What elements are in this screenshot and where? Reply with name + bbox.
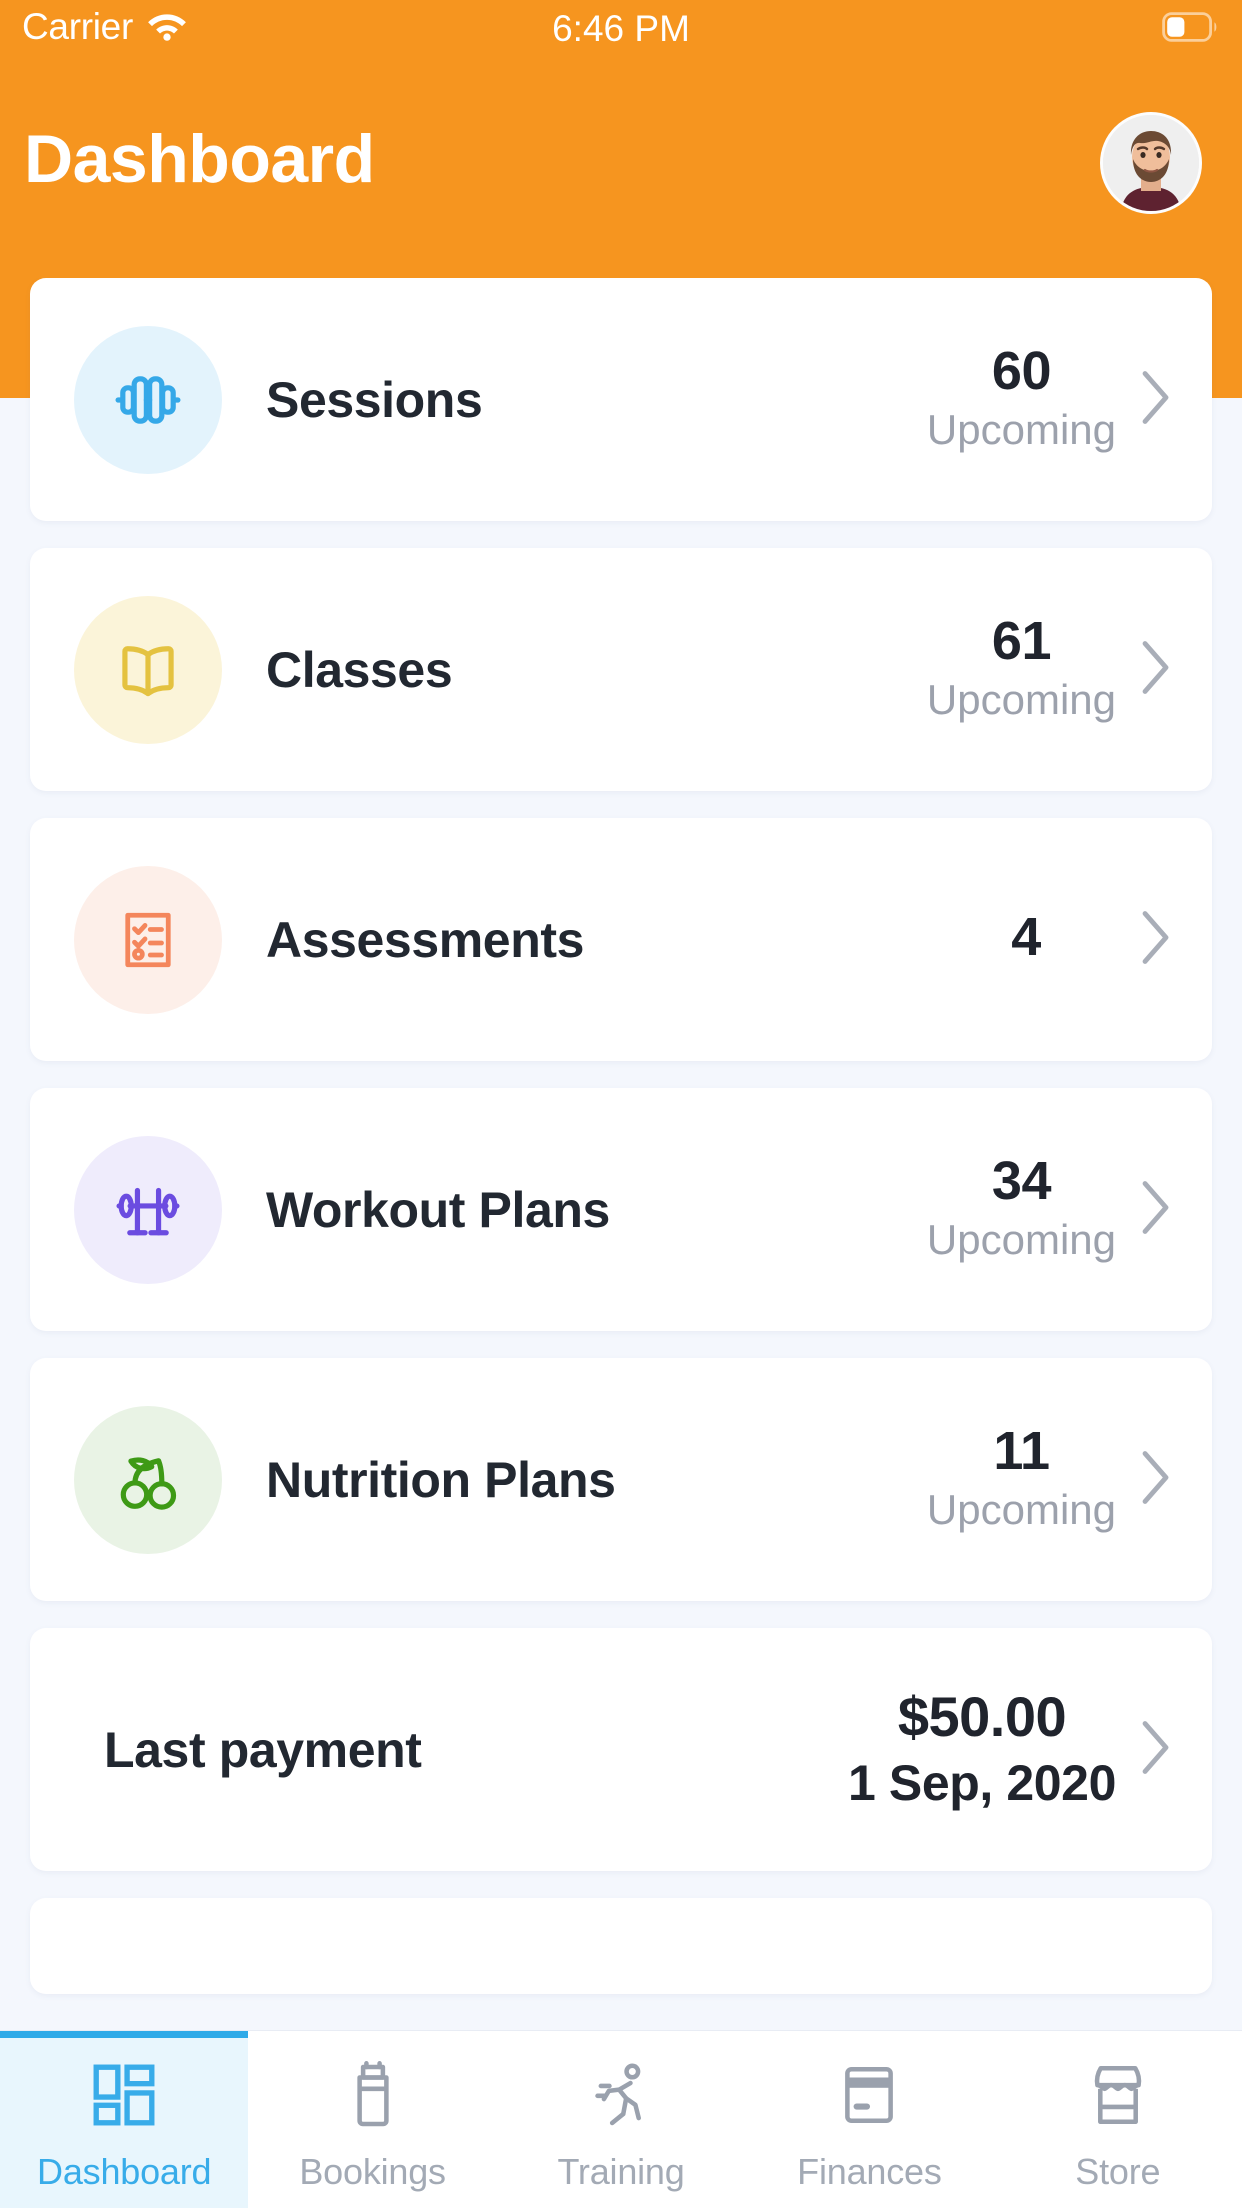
card-subtitle: Upcoming [926,406,1116,454]
card-classes[interactable]: Classes 61 Upcoming [30,548,1212,791]
avatar[interactable] [1100,112,1202,214]
last-payment-metric: $50.00 1 Sep, 2020 [848,1686,1116,1814]
card-sessions[interactable]: Sessions 60 Upcoming [30,278,1212,521]
tab-label: Bookings [299,2150,446,2192]
page-title: Dashboard [24,121,375,197]
card-subtitle: Upcoming [926,676,1116,724]
chevron-right-icon[interactable] [1140,1448,1174,1511]
card-label: Classes [266,641,453,698]
last-payment-amount: $50.00 [897,1684,1067,1748]
open-book-icon [122,645,174,696]
card-partial-next[interactable] [30,1898,1212,1994]
card-value: 61 [991,611,1052,672]
card-label: Nutrition Plans [266,1451,616,1508]
tab-bookings[interactable]: Bookings [248,2031,496,2208]
card-metric: 34 Upcoming [927,1152,1116,1267]
card-assessments[interactable]: Assessments 4 [30,818,1212,1061]
cherries-icon-circle [74,1405,222,1554]
checklist-icon [125,912,171,967]
grid-dashboard-icon [89,2053,159,2137]
barbell-rack-icon [116,1187,180,1235]
status-bar: Carrier 6:46 PM [0,0,1242,60]
card-workout-plans[interactable]: Workout Plans 34 Upcoming [30,1088,1212,1331]
tab-label: Finances [797,2150,942,2192]
tab-label: Training [557,2150,685,2192]
card-nutrition-plans[interactable]: Nutrition Plans 11 Upcoming [30,1358,1212,1601]
credit-card-icon [834,2053,904,2137]
clock-label: 6:46 PM [552,8,690,49]
running-person-icon [586,2053,656,2137]
card-value: 60 [991,341,1052,402]
chevron-right-icon[interactable] [1140,1718,1174,1781]
card-metric: 4 [936,908,1116,970]
last-payment-label: Last payment [104,1721,422,1778]
dumbbell-icon [115,375,181,424]
card-subtitle: Upcoming [926,1486,1116,1534]
card-last-payment[interactable]: Last payment $50.00 1 Sep, 2020 [30,1628,1212,1871]
nav-bar: Dashboard [0,112,1242,250]
tab-store[interactable]: Store [994,2031,1242,2208]
tab-label: Store [1075,2150,1161,2192]
tab-finances[interactable]: Finances [745,2031,993,2208]
card-subtitle: Upcoming [926,1216,1116,1264]
user-avatar-image [1103,115,1199,211]
tab-label: Dashboard [37,2150,212,2192]
checklist-icon-circle [74,865,222,1014]
chevron-right-icon[interactable] [1140,638,1174,701]
last-payment-date: 1 Sep, 2020 [847,1755,1116,1812]
card-metric: 11 Upcoming [927,1422,1116,1537]
card-metric: 61 Upcoming [927,612,1116,727]
dumbbell-icon-circle [74,325,222,474]
dashboard-card-list[interactable]: Sessions 60 Upcoming Classes 61 Upcoming… [0,278,1242,2030]
barbell-rack-icon-circle [74,1135,222,1284]
card-label: Workout Plans [266,1181,610,1238]
water-bottle-icon [338,2053,408,2137]
chevron-right-icon[interactable] [1140,908,1174,971]
cherries-icon [120,1456,177,1510]
tab-training[interactable]: Training [497,2031,745,2208]
chevron-right-icon[interactable] [1140,1178,1174,1241]
card-label: Sessions [266,371,483,428]
card-label: Assessments [266,911,585,968]
open-book-icon-circle [74,595,222,744]
chevron-right-icon[interactable] [1140,368,1174,431]
tab-dashboard[interactable]: Dashboard [0,2031,249,2208]
app-screen: Carrier 6:46 PM Dashboard Sessions 60 Up… [0,0,1242,2208]
card-metric: 60 Upcoming [927,342,1116,457]
storefront-icon [1083,2053,1153,2137]
card-value: 4 [1011,907,1041,968]
bottom-tab-bar: Dashboard Bookings Training Finances Sto… [0,2030,1242,2208]
card-value: 11 [993,1421,1050,1482]
battery-icon [1162,12,1220,47]
card-value: 34 [991,1151,1052,1212]
